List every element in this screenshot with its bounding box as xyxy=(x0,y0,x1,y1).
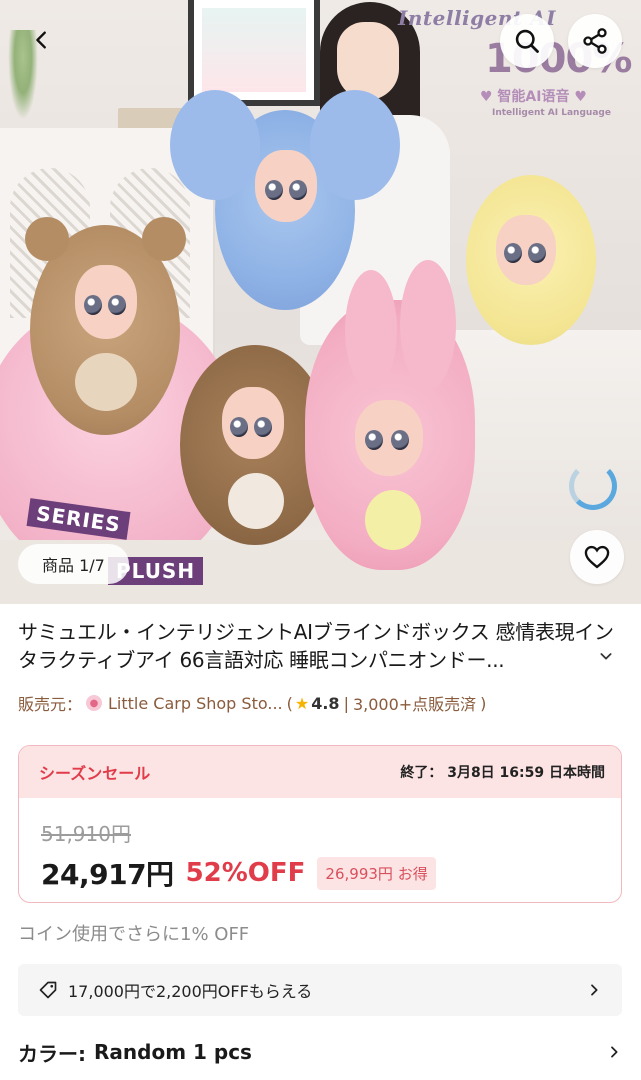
seller-close-paren: ) xyxy=(480,693,487,713)
original-price: 51,910円 xyxy=(41,822,131,846)
product-title: サミュエル・インテリジェントAIブラインドボックス 感情表現インタラクティブアイ… xyxy=(18,620,614,672)
tag-icon xyxy=(38,980,58,1000)
product-image-carousel[interactable]: Intelligent AI 1000% ♥ 智能AI语音 ♥ Intellig… xyxy=(0,0,641,604)
seller-row[interactable]: 販売元： ● Little Carp Shop Sto... ( ★ 4.8 |… xyxy=(18,690,623,716)
chevron-right-icon xyxy=(586,982,602,998)
image-counter: 商品 1/7 xyxy=(18,544,129,584)
sale-end-time: 終了： 3月8日 16:59 日本時間 xyxy=(400,765,605,781)
search-button[interactable] xyxy=(500,14,554,68)
savings-label: お得 xyxy=(397,864,428,883)
plush-yellow-bunny xyxy=(466,175,596,345)
coupon-text: 17,000円で2,200円OFFもらえる xyxy=(68,982,313,1001)
seller-prefix: 販売元： xyxy=(18,695,83,714)
savings-amount: 26,993円 xyxy=(325,864,393,883)
store-name[interactable]: Little Carp Shop Sto... xyxy=(108,694,283,713)
color-option-label: カラー: xyxy=(18,1041,86,1066)
share-button[interactable] xyxy=(568,14,622,68)
chevron-down-icon xyxy=(600,653,612,660)
savings-badge: 26,993円 お得 xyxy=(317,856,436,890)
plush-blue-elephant xyxy=(170,90,400,310)
color-option-value: Random 1 pcs xyxy=(94,1040,252,1064)
store-icon: ● xyxy=(86,695,103,711)
coupon-offer-bar[interactable]: 17,000円で2,200円OFFもらえる xyxy=(18,964,622,1016)
promo-subtitle: Intelligent AI Language xyxy=(492,108,611,118)
favorite-button[interactable] xyxy=(570,530,624,584)
star-icon: ★ xyxy=(294,693,310,713)
back-button[interactable] xyxy=(24,22,60,58)
loading-spinner-icon xyxy=(569,462,617,510)
chevron-right-icon xyxy=(606,1044,622,1060)
heart-icon xyxy=(584,545,610,569)
sold-count: 3,000+点販売済 xyxy=(352,695,477,714)
plush-brown-bear xyxy=(25,217,186,435)
sale-price-box: シーズンセール 終了： 3月8日 16:59 日本時間 51,910円 24,9… xyxy=(18,745,622,903)
store-rating: 4.8 xyxy=(311,693,340,713)
plush-pink-bunny xyxy=(305,260,475,570)
discount-percent: 52%OFF xyxy=(185,858,306,888)
coin-discount-note: コイン使用でさらに1% OFF xyxy=(18,924,250,945)
sale-price: 24,917円 xyxy=(41,858,174,891)
search-icon xyxy=(515,29,539,53)
sale-header: シーズンセール 終了： 3月8日 16:59 日本時間 xyxy=(19,746,621,798)
promo-language-label: ♥ 智能AI语音 ♥ xyxy=(480,89,587,105)
sale-label: シーズンセール xyxy=(39,764,151,783)
back-arrow-icon xyxy=(36,31,46,49)
expand-title-button[interactable] xyxy=(598,648,614,668)
seller-separator: | xyxy=(343,693,349,713)
color-option-row[interactable]: カラー: Random 1 pcs xyxy=(18,1034,622,1070)
share-icon xyxy=(583,28,607,54)
seller-open-paren: ( xyxy=(286,693,293,713)
